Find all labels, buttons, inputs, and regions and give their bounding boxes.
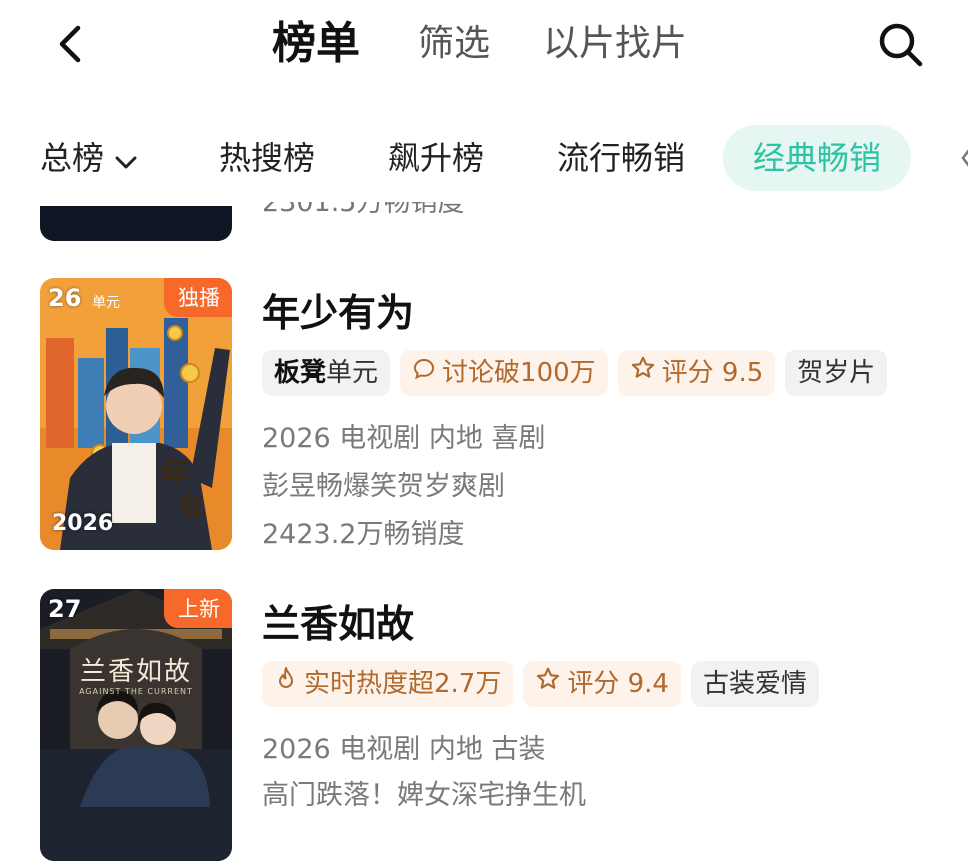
list-item[interactable]: 27 上新 兰香如故 AGAINST THE CURRENT 兰香如故 实时热度… (0, 589, 968, 861)
back-icon[interactable] (52, 24, 92, 64)
poster-image[interactable]: 年 有 26 单元 独播 2026 (40, 278, 232, 550)
search-icon[interactable] (876, 20, 926, 70)
poster-image[interactable]: 27 上新 兰香如故 AGAINST THE CURRENT (40, 589, 232, 861)
exclusive-badge: 独播 (164, 278, 232, 317)
item-description: 彭昱畅爆笑贺岁爽剧 (262, 471, 505, 502)
chat-bubble-icon (412, 350, 442, 396)
flame-icon (274, 661, 304, 707)
discussion-text: 讨论破100万 (442, 358, 596, 388)
poster-brand: 单元 (92, 295, 120, 311)
category-classic-sales[interactable]: 经典畅销 (723, 125, 912, 191)
score-text: 评分 9.4 (567, 669, 669, 699)
svg-text:有: 有 (178, 493, 204, 523)
tab-filter[interactable]: 筛选 (418, 14, 490, 74)
svg-text:年: 年 (160, 456, 190, 491)
tag-row: 板凳 单元 讨论破100万 评分 9.5 贺岁片 (262, 350, 888, 396)
tag-row: 实时热度超2.7万 评分 9.4 古装爱情 (262, 661, 819, 707)
discussion-tag: 讨论破100万 (400, 350, 608, 396)
genre-tag: 古装爱情 (690, 661, 819, 707)
new-badge: 上新 (164, 589, 232, 628)
item-description: 高门跌落！婢女深宅挣生机 (262, 780, 586, 811)
chevron-down-icon (114, 127, 138, 193)
category-popular-sales[interactable]: 流行畅销 (557, 125, 685, 191)
heat-tag: 实时热度超2.7万 (262, 661, 514, 707)
tab-find-similar[interactable]: 以片找片 (543, 14, 687, 74)
brand-logo: 板凳 (274, 358, 327, 388)
star-icon (630, 350, 662, 396)
category-rising[interactable]: 飙升榜 (388, 125, 484, 191)
score-text: 评分 9.5 (661, 358, 764, 388)
item-sales: 2423.2万畅销度 (262, 519, 465, 550)
star-icon (535, 661, 567, 707)
top-navigation: 榜单 筛选 以片找片 (0, 0, 968, 95)
tab-ranking[interactable]: 榜单 (272, 14, 360, 74)
previous-item-sales: 2301.5万畅销度 (262, 202, 465, 218)
item-info: 2026 电视剧 内地 喜剧 (262, 423, 546, 454)
genre-tag: 贺岁片 (785, 350, 888, 396)
category-all-dropdown[interactable]: 总榜 (40, 125, 138, 191)
rank-number: 27 (48, 595, 82, 623)
score-tag: 评分 9.5 (617, 350, 776, 396)
category-overflow-indicator (960, 138, 968, 178)
item-info: 2026 电视剧 内地 古装 (262, 734, 546, 765)
poster-subtitle: AGAINST THE CURRENT (79, 687, 193, 696)
poster-year: 2026 (52, 511, 114, 536)
brand-tag: 板凳 单元 (262, 350, 391, 396)
item-title[interactable]: 年少有为 (262, 282, 414, 337)
item-title[interactable]: 兰香如故 (262, 593, 414, 648)
list-item[interactable]: 年 有 26 单元 独播 2026 年少有为 板凳 单元 讨论破100万 评分 9… (0, 278, 968, 558)
poster-title: 兰香如故 (79, 657, 192, 687)
category-label: 总榜 (40, 139, 105, 177)
rank-number: 26 (48, 284, 82, 312)
brand-suffix: 单元 (326, 358, 379, 388)
heat-text: 实时热度超2.7万 (304, 669, 502, 699)
previous-item-poster[interactable] (40, 206, 232, 241)
category-hot-search[interactable]: 热搜榜 (219, 125, 315, 191)
category-bar: 总榜 热搜榜 飙升榜 流行畅销 经典畅销 (0, 125, 968, 195)
score-tag: 评分 9.4 (523, 661, 681, 707)
